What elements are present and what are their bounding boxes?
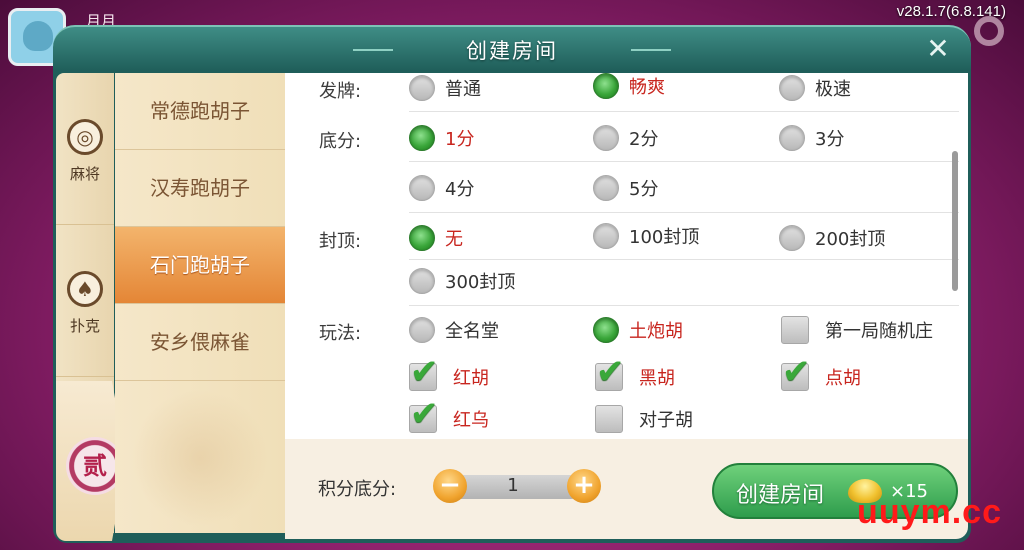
score-base-label: 积分底分: [318, 479, 397, 500]
gear-icon[interactable] [974, 16, 1004, 46]
cap-option-300[interactable]: 300封顶 [409, 266, 515, 296]
checkbox-dianhu[interactable]: 点胡 [781, 352, 861, 392]
mahjong-tile-icon: ◎ [67, 119, 103, 155]
dialog-body: ◎ 麻将 ♠ 扑克 贰 常德跑胡子 汉寿跑胡子 石门跑胡子 安乡偎麻雀 发牌: [53, 71, 971, 543]
checkbox [409, 394, 439, 434]
divider [409, 212, 959, 213]
checkbox [781, 316, 809, 344]
radio [593, 73, 619, 99]
cap-option-200[interactable]: 200封顶 [779, 223, 885, 253]
options-panel: 发牌: 普通 畅爽 极速 底分: 1分 2分 3分 4分 5分 封顶: 无 10… [285, 73, 968, 439]
checkbox-random-dealer[interactable]: 第一局随机庄 [781, 315, 933, 345]
radio [779, 75, 805, 101]
base-score-label: 底分: [319, 131, 362, 152]
checkbox-duizihu[interactable]: 对子胡 [595, 404, 693, 434]
deal-option-fast[interactable]: 极速 [779, 73, 851, 103]
divider [409, 161, 959, 162]
divider [409, 259, 959, 260]
radio [593, 175, 619, 201]
category-tab-mahjong[interactable]: ◎ 麻将 [56, 73, 114, 225]
category-label: 麻将 [69, 165, 100, 183]
radio [409, 75, 435, 101]
radio [779, 225, 805, 251]
checkbox [409, 352, 439, 392]
close-icon[interactable]: ✕ [923, 35, 953, 65]
play-option-tupaohu[interactable]: 土炮胡 [593, 315, 683, 345]
checkbox [595, 352, 625, 392]
watermark: uuym.cc [857, 493, 1002, 531]
plus-button[interactable]: + [567, 469, 601, 503]
scrollbar[interactable] [952, 151, 958, 291]
score-value: 1 [507, 475, 519, 496]
deal-label: 发牌: [319, 81, 362, 102]
dialog-title: 创建房间 [466, 39, 558, 63]
radio [409, 225, 435, 251]
minus-button[interactable]: − [433, 469, 467, 503]
deal-option-normal[interactable]: 普通 [409, 73, 481, 103]
checkbox-hongwu[interactable]: 红乌 [409, 394, 489, 434]
game-item-shimen[interactable]: 石门跑胡子 [115, 227, 285, 304]
checkbox [595, 405, 623, 433]
deal-option-smooth[interactable]: 畅爽 [593, 73, 665, 101]
radio [409, 175, 435, 201]
dialog-header: 创建房间 ✕ [53, 25, 971, 71]
divider [409, 111, 959, 112]
radio [409, 268, 435, 294]
radio [593, 223, 619, 249]
spade-icon: ♠ [67, 271, 103, 307]
base-option-2[interactable]: 2分 [593, 123, 658, 153]
create-room-dialog: 创建房间 ✕ ◎ 麻将 ♠ 扑克 贰 常德跑胡子 汉寿跑胡子 石门跑胡子 安乡偎… [53, 25, 971, 543]
checkbox-heihu[interactable]: 黑胡 [595, 352, 675, 392]
cap-option-none[interactable]: 无 [409, 223, 463, 253]
category-tab-poker[interactable]: ♠ 扑克 [56, 225, 114, 377]
radio [593, 125, 619, 151]
cap-label: 封顶: [319, 231, 362, 252]
play-label: 玩法: [319, 323, 362, 344]
game-list: 常德跑胡子 汉寿跑胡子 石门跑胡子 安乡偎麻雀 [115, 73, 285, 533]
radio [409, 125, 435, 151]
create-room-label: 创建房间 [736, 483, 825, 508]
decorative-pattern [115, 383, 285, 533]
base-option-1[interactable]: 1分 [409, 123, 474, 153]
base-option-5[interactable]: 5分 [593, 173, 658, 203]
game-item-changde[interactable]: 常德跑胡子 [115, 73, 285, 150]
base-option-4[interactable]: 4分 [409, 173, 474, 203]
radio [593, 317, 619, 343]
checkbox [781, 352, 811, 392]
game-item-hanshou[interactable]: 汉寿跑胡子 [115, 150, 285, 227]
radio [779, 125, 805, 151]
radio [409, 317, 435, 343]
category-label: 扑克 [69, 317, 100, 335]
cap-option-100[interactable]: 100封顶 [593, 221, 699, 251]
checkbox-honghu[interactable]: 红胡 [409, 352, 489, 392]
play-option-quanmingtang[interactable]: 全名堂 [409, 315, 499, 345]
divider [409, 305, 959, 306]
game-item-anxiang[interactable]: 安乡偎麻雀 [115, 304, 285, 381]
base-option-3[interactable]: 3分 [779, 123, 844, 153]
